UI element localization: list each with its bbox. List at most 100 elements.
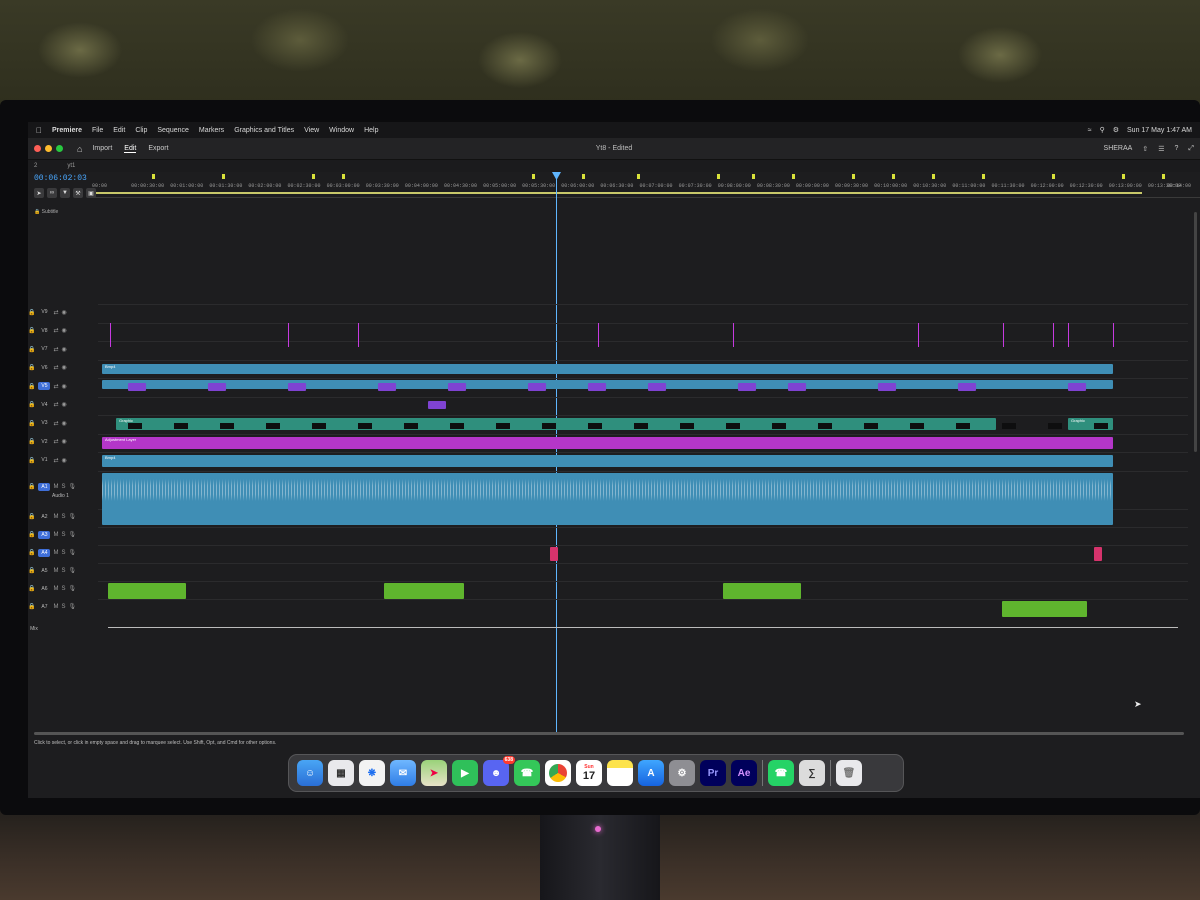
finder-icon[interactable]: ☺ (297, 760, 323, 786)
clip-a4-sfx[interactable] (1094, 546, 1102, 561)
microphone-icon[interactable]: 🎙 (69, 513, 77, 520)
track-label[interactable]: A7 (38, 604, 50, 610)
lock-icon[interactable]: 🔒 (28, 513, 35, 520)
lock-icon[interactable]: 🔒 (28, 457, 35, 464)
playhead-timecode[interactable]: 00:06:02:03 (34, 174, 87, 183)
clip-a1-audio[interactable] (102, 472, 1113, 525)
clip-a6-music[interactable] (384, 582, 464, 599)
clip-v4[interactable] (428, 400, 446, 409)
timeline-marker[interactable] (717, 174, 720, 179)
track-label[interactable]: A4 (38, 548, 51, 557)
lock-icon[interactable]: 🔒 (28, 420, 35, 427)
timeline-marker[interactable] (892, 174, 895, 179)
menu-edit[interactable]: Edit (113, 127, 125, 134)
timeline-vertical-scrollbar[interactable] (1194, 212, 1197, 452)
menu-markers[interactable]: Markers (199, 127, 224, 134)
track-header-v1[interactable]: 🔒 V1 ⇄ ◉ (28, 452, 92, 468)
solo-toggle[interactable]: S (61, 484, 65, 490)
mute-toggle[interactable]: M (53, 532, 58, 538)
lock-icon[interactable]: 🔒 (28, 549, 35, 556)
clip-v5-purple[interactable] (448, 383, 466, 391)
eye-icon[interactable]: ◉ (62, 457, 67, 464)
clip-a6-music[interactable] (108, 582, 186, 599)
track-header-a7[interactable]: 🔒 A7 M S 🎙 (28, 599, 92, 615)
mail-icon[interactable]: ✉ (390, 760, 416, 786)
track-header-a4[interactable]: 🔒 A4 M S 🎙 (28, 545, 92, 561)
menu-help[interactable]: Help (364, 127, 378, 134)
microphone-icon[interactable]: 🎙 (69, 549, 77, 556)
microphone-icon[interactable]: 🎙 (69, 531, 77, 538)
add-marker-icon[interactable]: ▼ (60, 188, 70, 198)
eye-icon[interactable]: ◉ (62, 383, 67, 390)
lock-icon[interactable]: 🔒 (28, 364, 35, 371)
eye-icon[interactable]: ◉ (62, 438, 67, 445)
menu-view[interactable]: View (304, 127, 319, 134)
premiere-pro-icon[interactable]: Pr (700, 760, 726, 786)
menu-clip[interactable]: Clip (135, 127, 147, 134)
track-header-v5[interactable]: 🔒 V5 ⇄ ◉ (28, 378, 92, 394)
sync-lock-icon[interactable]: ⇄ (53, 438, 58, 445)
phone-icon[interactable]: ☎ (514, 760, 540, 786)
clip-v5-purple[interactable] (648, 383, 666, 391)
eye-icon[interactable]: ◉ (62, 401, 67, 408)
solo-toggle[interactable]: S (61, 568, 65, 574)
work-area-bar[interactable] (92, 192, 1142, 194)
help-icon[interactable]: ? (1174, 145, 1178, 153)
solo-toggle[interactable]: S (61, 532, 65, 538)
sync-lock-icon[interactable]: ⇄ (53, 327, 58, 334)
launchpad-icon[interactable]: ▦ (328, 760, 354, 786)
clip-v5-purple[interactable] (738, 383, 756, 391)
trash-icon[interactable]: 🗑 (836, 760, 862, 786)
track-label[interactable]: V1 (38, 457, 50, 463)
lock-icon[interactable]: 🔒 (28, 585, 35, 592)
timeline-marker[interactable] (1162, 174, 1165, 179)
clip-v5-purple[interactable] (528, 383, 546, 391)
timeline-marker[interactable] (752, 174, 755, 179)
timeline-marker[interactable] (342, 174, 345, 179)
track-row-v8[interactable] (98, 322, 1188, 342)
lock-icon[interactable]: 🔒 (28, 309, 35, 316)
calculator-icon[interactable]: ∑ (799, 760, 825, 786)
lock-icon[interactable]: 🔒 (28, 483, 35, 490)
timeline-marker[interactable] (312, 174, 315, 179)
tab-export[interactable]: Export (148, 145, 168, 152)
lock-icon[interactable]: 🔒 (28, 401, 35, 408)
clip-a7-music[interactable] (1002, 600, 1087, 617)
track-label[interactable]: A2 (38, 514, 50, 520)
chrome-icon[interactable] (545, 760, 571, 786)
mute-toggle[interactable]: M (53, 586, 58, 592)
sync-lock-icon[interactable]: ⇄ (53, 346, 58, 353)
timeline-marker[interactable] (637, 174, 640, 179)
eye-icon[interactable]: ◉ (62, 364, 67, 371)
fullscreen-icon[interactable]: ⤢ (1188, 145, 1194, 153)
lock-icon[interactable]: 🔒 (34, 209, 40, 215)
eye-icon[interactable]: ◉ (62, 420, 67, 427)
track-label[interactable]: V9 (38, 309, 50, 315)
timeline-marker[interactable] (852, 174, 855, 179)
timeline-marker[interactable] (1052, 174, 1055, 179)
clip-v5-purple[interactable] (128, 383, 146, 391)
sequence-tab-yt1[interactable]: yt1 (67, 163, 75, 169)
clip-v5-purple[interactable] (588, 383, 606, 391)
settings-icon[interactable]: ⚙ (669, 760, 695, 786)
track-header-a5[interactable]: 🔒 A5 M S 🎙 (28, 563, 92, 579)
calendar-icon[interactable]: Sun 17 (576, 760, 602, 786)
track-label[interactable]: A5 (38, 568, 50, 574)
control-center-icon[interactable]: ⚙ (1113, 126, 1119, 134)
subtitle-track-header[interactable]: 🔒 Subtitle (34, 209, 58, 215)
lock-icon[interactable]: 🔒 (28, 603, 35, 610)
mute-toggle[interactable]: M (53, 514, 58, 520)
lock-icon[interactable]: 🔒 (28, 438, 35, 445)
mute-toggle[interactable]: M (53, 604, 58, 610)
track-label[interactable]: V8 (38, 328, 50, 334)
track-label[interactable]: V5 (38, 382, 51, 390)
sync-lock-icon[interactable]: ⇄ (53, 420, 58, 427)
track-label[interactable]: V3 (38, 420, 50, 426)
minimize-window-button[interactable] (45, 145, 52, 152)
track-row-a3[interactable] (98, 526, 1188, 545)
timeline-marker[interactable] (982, 174, 985, 179)
lock-icon[interactable]: 🔒 (28, 327, 35, 334)
mute-toggle[interactable]: M (53, 550, 58, 556)
notes-icon[interactable] (607, 760, 633, 786)
timeline-panel[interactable]: 🔒 V9 ⇄ ◉ 🔒 V8 ⇄ ◉ 🔒 V7 ⇄ ◉ 🔒 V6 ⇄ ◉ 🔒 V5 ⇄ ◉ 🔒 V4 ⇄ ◉ 🔒 V3 ⇄ ◉ 🔒 V2 ⇄ ◉… (28, 218, 1200, 738)
